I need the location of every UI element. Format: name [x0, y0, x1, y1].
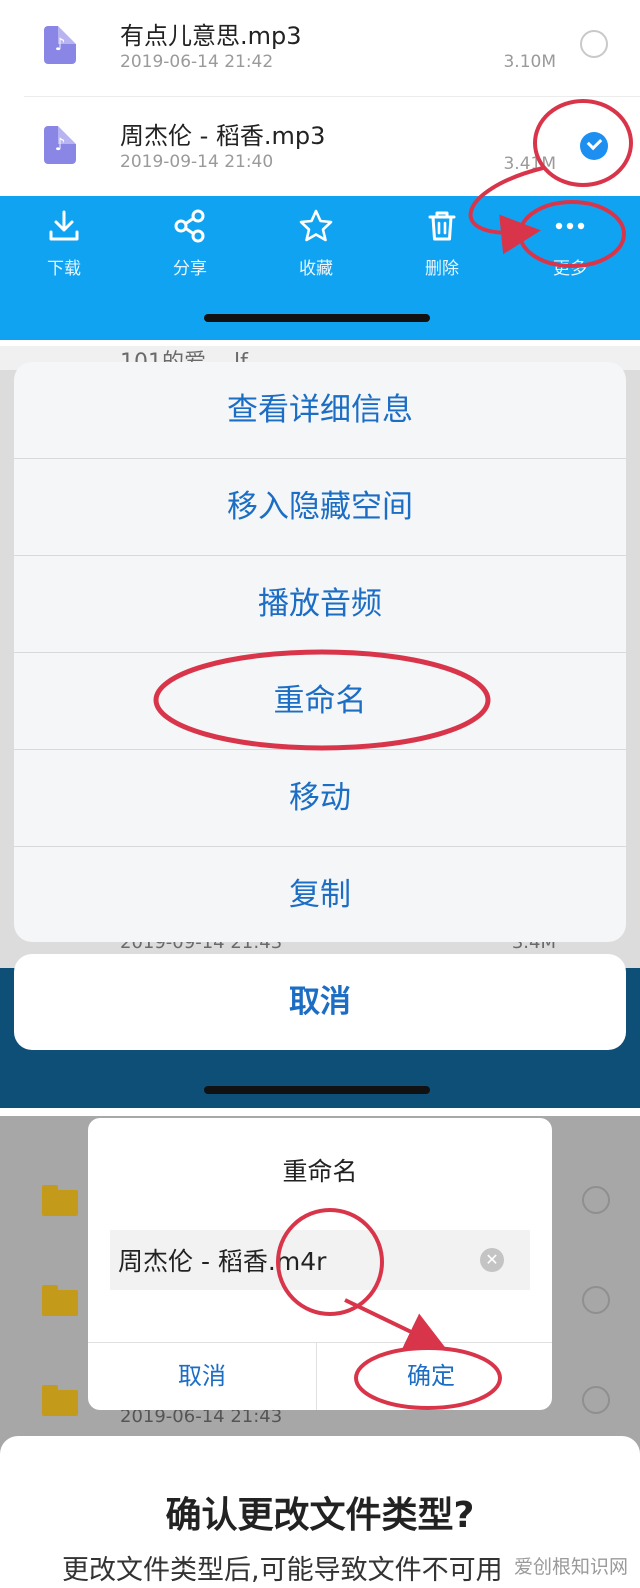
dialog-cancel-button[interactable]: 取消 — [88, 1343, 316, 1410]
file-date: 2019-06-14 21:42 — [120, 52, 274, 72]
file-name: 有点儿意思.mp3 — [120, 22, 302, 50]
file-name: 周杰伦 - 稻香.mp3 — [120, 122, 326, 150]
select-radio[interactable] — [582, 1386, 610, 1414]
filename-input[interactable] — [110, 1230, 530, 1290]
sheet-item-rename[interactable]: 重命名 — [14, 653, 626, 749]
sheet-item-move[interactable]: 移动 — [14, 750, 626, 846]
clear-input-icon[interactable]: ✕ — [480, 1248, 504, 1272]
file-size: 3.41M — [503, 154, 556, 174]
more-button[interactable]: 更多 — [525, 208, 615, 279]
sheet-item-play[interactable]: 播放音频 — [14, 556, 626, 652]
trash-icon — [428, 211, 456, 241]
folder-icon — [42, 1285, 78, 1316]
star-icon — [299, 209, 333, 242]
share-label: 分享 — [173, 259, 207, 279]
file-list-panel: ♪ 有点儿意思.mp3 2019-06-14 21:42 3.10M ♪ 周杰伦… — [0, 0, 640, 340]
share-icon — [174, 209, 205, 243]
confirm-message: 更改文件类型后,可能导致文件不可用 — [62, 1555, 503, 1586]
favorite-label: 收藏 — [299, 259, 333, 279]
watermark: 爱创根知识网 — [511, 1552, 630, 1579]
select-radio[interactable] — [582, 1186, 610, 1214]
file-row[interactable]: ♪ 周杰伦 - 稻香.mp3 2019-09-14 21:40 3.41M — [0, 98, 640, 196]
file-size: 3.10M — [503, 52, 556, 72]
folder-icon — [42, 1185, 78, 1216]
music-file-icon: ♪ — [44, 26, 76, 64]
row-divider — [24, 96, 640, 97]
rename-panel: 2019-06-14 21:43 重命名 ✕ 取消 确定 — [0, 1116, 640, 1428]
favorite-button[interactable]: 收藏 — [271, 208, 361, 279]
music-file-icon: ♪ — [44, 126, 76, 164]
more-dots-icon — [555, 222, 585, 230]
file-row[interactable]: ♪ 有点儿意思.mp3 2019-06-14 21:42 3.10M — [0, 0, 640, 98]
sheet-item-hide[interactable]: 移入隐藏空间 — [14, 459, 626, 555]
selected-check-icon[interactable] — [580, 132, 608, 160]
rename-dialog: 重命名 ✕ 取消 确定 — [88, 1118, 552, 1410]
sheet-item-copy[interactable]: 复制 — [14, 847, 626, 942]
action-sheet: 查看详细信息 移入隐藏空间 播放音频 重命名 移动 复制 — [14, 362, 626, 942]
home-indicator — [204, 1086, 430, 1094]
more-label: 更多 — [553, 259, 587, 279]
share-button[interactable]: 分享 — [145, 208, 235, 279]
select-radio[interactable] — [580, 30, 608, 58]
download-label: 下载 — [47, 259, 81, 279]
confirm-panel: 确认更改文件类型? 更改文件类型后,可能导致文件不可用 爱创根知识网 — [0, 1428, 640, 1588]
file-date: 2019-09-14 21:40 — [120, 152, 274, 172]
download-button[interactable]: 下载 — [19, 208, 109, 279]
dialog-confirm-button[interactable]: 确定 — [317, 1343, 545, 1410]
dialog-title: 重命名 — [282, 1157, 358, 1186]
download-icon — [49, 210, 79, 241]
select-radio[interactable] — [582, 1286, 610, 1314]
delete-label: 删除 — [425, 259, 459, 279]
confirm-title: 确认更改文件类型? — [165, 1495, 475, 1536]
sheet-cancel-button[interactable]: 取消 — [14, 954, 626, 1050]
action-sheet-panel: 101的爱 . .lf 2019-09-14 21:43 3.4M 查看详细信息… — [0, 346, 640, 1108]
folder-icon — [42, 1385, 78, 1416]
sheet-item-details[interactable]: 查看详细信息 — [14, 362, 626, 458]
home-indicator — [204, 314, 430, 322]
delete-button[interactable]: 删除 — [397, 208, 487, 279]
